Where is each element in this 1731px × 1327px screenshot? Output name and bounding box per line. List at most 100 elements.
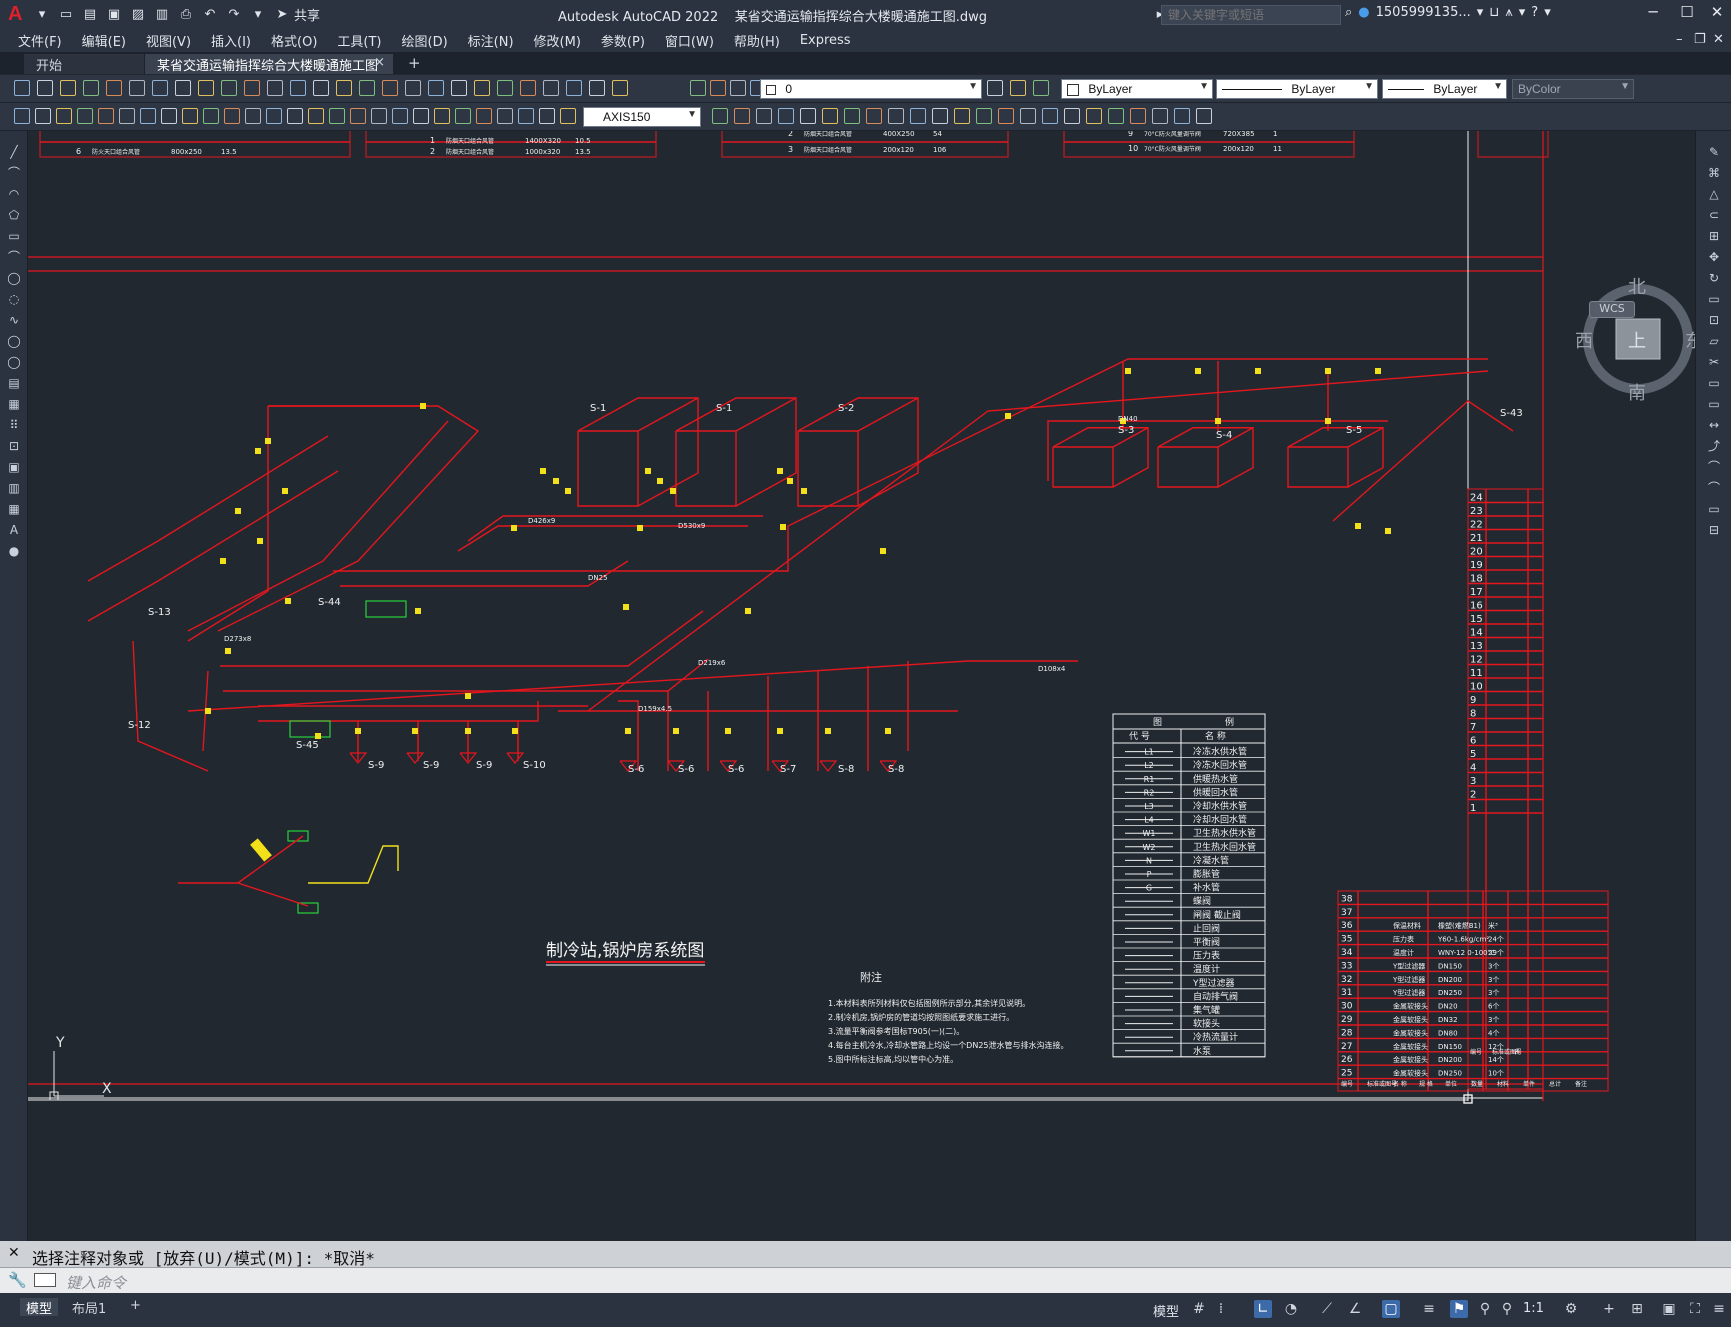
tab-layout1[interactable]: 布局1: [66, 1298, 112, 1317]
undo-icon[interactable]: ↶: [202, 7, 218, 23]
dimension-tool-icon-39[interactable]: [954, 108, 970, 124]
save-as-icon[interactable]: ▨: [130, 7, 146, 23]
menu-file[interactable]: 文件(F): [8, 31, 72, 50]
standard-tool-icon-3[interactable]: [60, 80, 76, 96]
standard-tool-icon-2[interactable]: [37, 80, 53, 96]
dimstyle-dropdown[interactable]: AXIS150 ▼: [583, 107, 701, 127]
draw-tool-icon-16[interactable]: ▣: [6, 460, 22, 474]
menu-tools[interactable]: 工具(T): [327, 31, 391, 50]
standard-tool-icon-9[interactable]: [198, 80, 214, 96]
minimize-icon[interactable]: ─: [1640, 3, 1666, 25]
standard-tool-icon-17[interactable]: [382, 80, 398, 96]
draw-tool-icon-8[interactable]: ◌: [6, 292, 22, 306]
modify-tool-icon-1[interactable]: ✎: [1706, 145, 1722, 159]
dimension-tool-icon-10[interactable]: [203, 108, 219, 124]
modify-tool-icon-9[interactable]: ⊡: [1706, 313, 1722, 327]
dimension-tool-icon-18[interactable]: [371, 108, 387, 124]
modify-tool-icon-6[interactable]: ✥: [1706, 250, 1722, 264]
dimension-tool-icon-2[interactable]: [35, 108, 51, 124]
dimension-tool-icon-50[interactable]: [1196, 108, 1212, 124]
fullscreen-icon[interactable]: ⛶: [1686, 1300, 1704, 1318]
wcs-menu[interactable]: WCS: [1589, 301, 1635, 318]
viewcube[interactable]: 北 南 西 东 上: [1568, 271, 1695, 411]
customize-wrench-icon[interactable]: 🔧: [8, 1271, 27, 1289]
dimension-tool-icon-47[interactable]: [1130, 108, 1146, 124]
dimension-tool-icon-30[interactable]: [756, 108, 772, 124]
open-web-icon[interactable]: ▥: [154, 7, 170, 23]
standard-tool-icon-4[interactable]: [83, 80, 99, 96]
dimension-tool-icon-26[interactable]: [539, 108, 555, 124]
dimension-tool-icon-7[interactable]: [140, 108, 156, 124]
add-layout-button[interactable]: +: [124, 1298, 147, 1316]
dimension-tool-icon-29[interactable]: [734, 108, 750, 124]
modify-tool-icon-8[interactable]: ▭: [1706, 292, 1722, 306]
tab-start[interactable]: 开始: [24, 54, 144, 74]
standard-tool-icon-8[interactable]: [175, 80, 191, 96]
draw-tool-icon-19[interactable]: A: [6, 523, 22, 537]
dimension-tool-icon-46[interactable]: [1108, 108, 1124, 124]
standard-tool-icon-10[interactable]: [221, 80, 237, 96]
draw-tool-icon-13[interactable]: ▦: [6, 397, 22, 411]
dimension-tool-icon-33[interactable]: [822, 108, 838, 124]
modify-tool-icon-10[interactable]: ▱: [1706, 334, 1722, 348]
dimension-tool-icon-20[interactable]: [413, 108, 429, 124]
modify-tool-icon-5[interactable]: ⊞: [1706, 229, 1722, 243]
dimension-tool-icon-45[interactable]: [1086, 108, 1102, 124]
standard-tool-icon-27[interactable]: [612, 80, 628, 96]
maximize-icon[interactable]: ☐: [1674, 3, 1700, 25]
dimension-tool-icon-17[interactable]: [350, 108, 366, 124]
modify-tool-icon-13[interactable]: ▭: [1706, 397, 1722, 411]
dimension-tool-icon-16[interactable]: [329, 108, 345, 124]
standard-tool-icon-15[interactable]: [336, 80, 352, 96]
autoscale-icon[interactable]: ⚲: [1498, 1300, 1516, 1318]
dimension-tool-icon-27[interactable]: [560, 108, 576, 124]
dimension-tool-icon-31[interactable]: [778, 108, 794, 124]
dimension-tool-icon-13[interactable]: [266, 108, 282, 124]
close-command-line-icon[interactable]: ✕: [8, 1245, 20, 1261]
help-dropdown-icon[interactable]: ▾: [1544, 5, 1551, 20]
standard-tool-icon-19[interactable]: [428, 80, 444, 96]
dimension-tool-icon-4[interactable]: [77, 108, 93, 124]
standard-tool-icon-23[interactable]: [520, 80, 536, 96]
doc-restore-icon[interactable]: ❐: [1694, 32, 1706, 47]
dimension-tool-icon-6[interactable]: [119, 108, 135, 124]
modify-tool-icon-15[interactable]: ⤴: [1706, 439, 1722, 453]
draw-tool-icon-1[interactable]: ╱: [6, 145, 22, 159]
draw-tool-icon-4[interactable]: ⬠: [6, 208, 22, 222]
annotation-monitor-icon[interactable]: +: [1600, 1300, 1618, 1318]
search-icon[interactable]: ⌕: [1345, 5, 1352, 20]
standard-tool-icon-7[interactable]: [152, 80, 168, 96]
draw-tool-icon-7[interactable]: ◯: [6, 271, 22, 285]
modify-tool-icon-12[interactable]: ▭: [1706, 376, 1722, 390]
close-window-icon[interactable]: ✕: [1704, 3, 1730, 25]
tab-drawing[interactable]: 某省交通运输指挥综合大楼暖通施工图* ×: [145, 54, 393, 89]
draw-tool-icon-18[interactable]: ▦: [6, 502, 22, 516]
draw-tool-icon-17[interactable]: ▥: [6, 481, 22, 495]
dimension-tool-icon-21[interactable]: [434, 108, 450, 124]
dimension-tool-icon-19[interactable]: [392, 108, 408, 124]
standard-tool-icon-29[interactable]: [710, 80, 726, 96]
standard-tool-icon-13[interactable]: [290, 80, 306, 96]
standard-tool-icon-6[interactable]: [129, 80, 145, 96]
dimension-tool-icon-23[interactable]: [476, 108, 492, 124]
modify-tool-icon-3[interactable]: △: [1706, 187, 1722, 201]
open-file-icon[interactable]: ▤: [82, 7, 98, 23]
viewcube-north[interactable]: 北: [1628, 273, 1646, 299]
autocad-logo-icon[interactable]: A: [8, 3, 30, 26]
annotation-visibility-icon[interactable]: ⚑: [1450, 1300, 1468, 1318]
plotstyle-dropdown[interactable]: ByColor ▼: [1512, 79, 1634, 99]
modify-tool-icon-17[interactable]: ⌒: [1706, 481, 1722, 495]
layer-dropdown[interactable]: 0 ▼: [760, 79, 982, 99]
user-dropdown-icon[interactable]: ▾: [1477, 5, 1484, 20]
tab-close-icon[interactable]: ×: [374, 55, 385, 70]
doc-close-icon[interactable]: ✕: [1713, 32, 1724, 47]
menu-dimension[interactable]: 标注(N): [458, 31, 524, 50]
menu-help[interactable]: 帮助(H): [724, 31, 790, 50]
standard-tool-icon-28[interactable]: [690, 80, 706, 96]
viewcube-east[interactable]: 东: [1685, 327, 1695, 353]
command-input[interactable]: 键入命令: [66, 1272, 126, 1293]
cart-icon[interactable]: ⊔: [1489, 5, 1499, 20]
dimension-tool-icon-9[interactable]: [182, 108, 198, 124]
draw-tool-icon-20[interactable]: ●: [6, 544, 22, 558]
menu-modify[interactable]: 修改(M): [524, 31, 591, 50]
